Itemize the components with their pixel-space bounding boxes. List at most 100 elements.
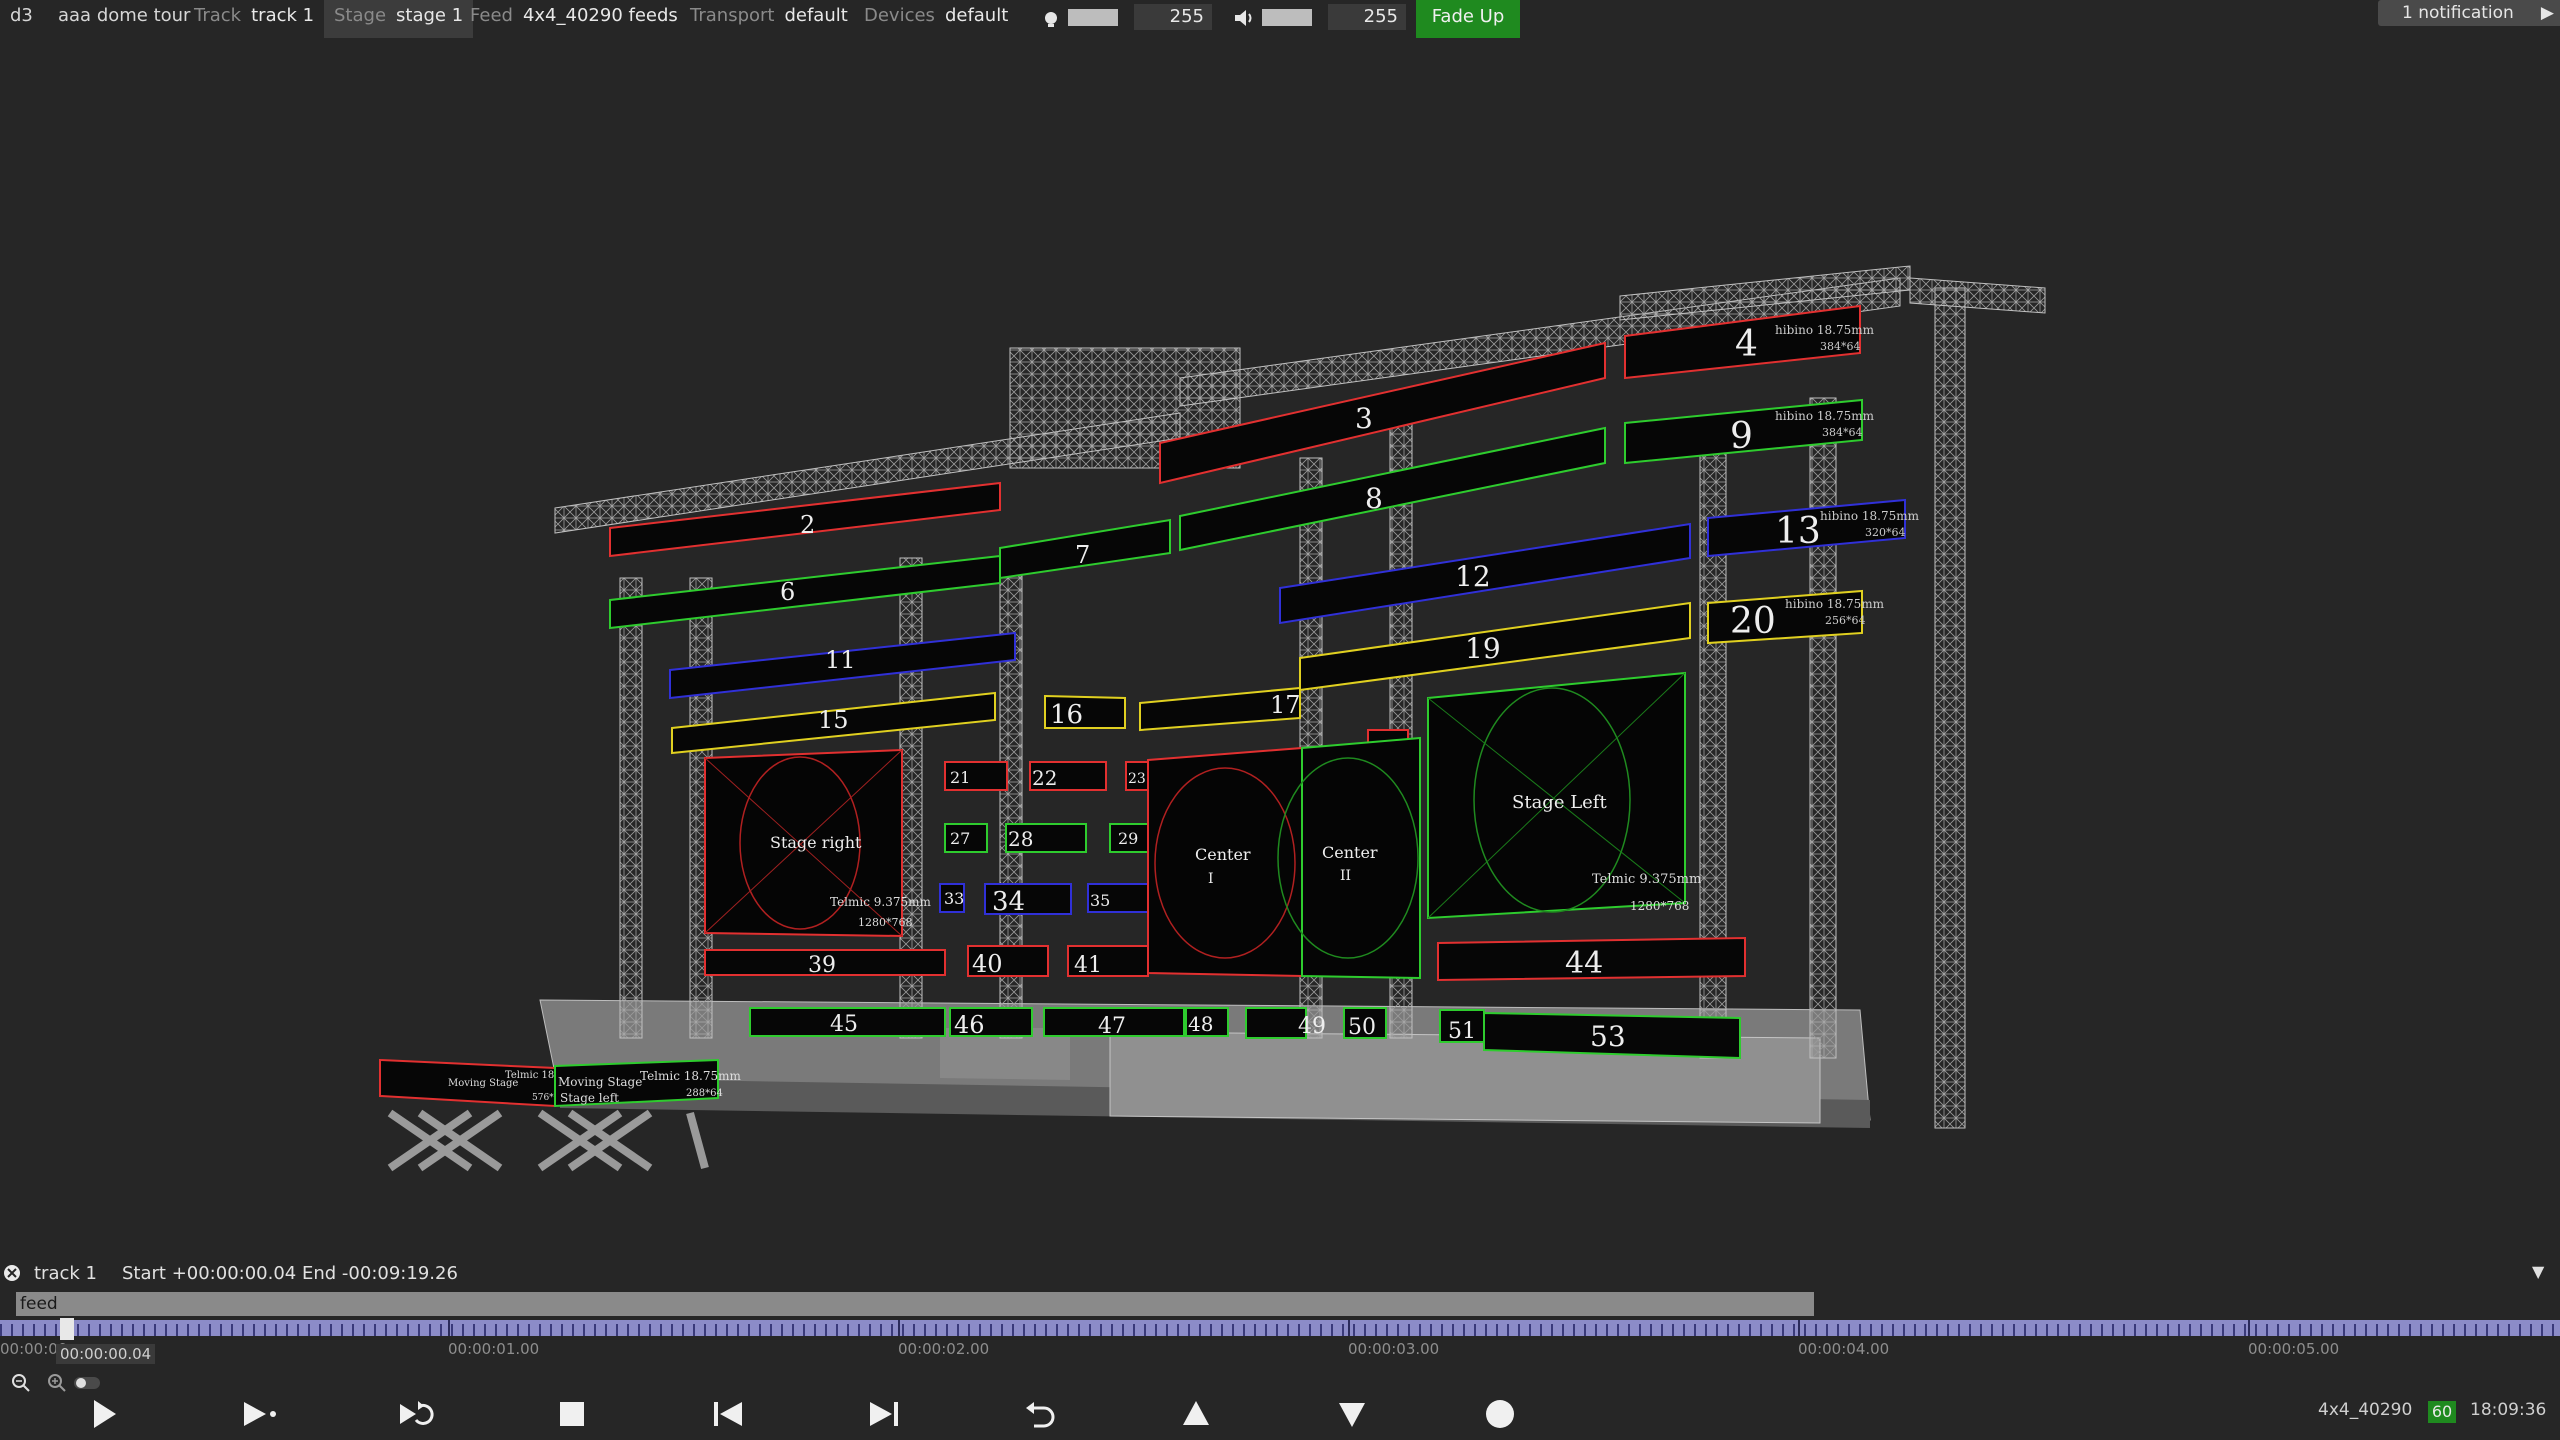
screen-6[interactable]: 6 xyxy=(609,554,1001,630)
screen-48[interactable]: 48 xyxy=(1185,1007,1229,1037)
playhead[interactable] xyxy=(60,1318,74,1340)
screen-35[interactable]: 35 xyxy=(1087,883,1151,913)
screen-label-40: 40 xyxy=(972,950,1003,978)
loop-play-icon[interactable] xyxy=(394,1392,438,1436)
screen-7[interactable]: 7 xyxy=(999,518,1171,580)
track-selector[interactable]: Track track 1 xyxy=(194,0,314,38)
stage-viewport[interactable]: 2 3 4 hibino 18.75mm 384*64 6 7 8 9 hibino … xyxy=(0,38,2560,1260)
screen-13[interactable]: 13 hibino 18.75mm 320*64 xyxy=(1707,498,1920,558)
fade-up-button[interactable]: Fade Up xyxy=(1416,0,1520,38)
devices-selector[interactable]: Devices default xyxy=(864,0,1008,38)
close-icon[interactable] xyxy=(2,1263,22,1283)
screen-12[interactable]: 12 xyxy=(1279,522,1691,625)
moving-stage[interactable]: Moving Stage Telmic 18.75mm 576*64 Movin… xyxy=(379,1058,741,1172)
screen-label-17: 17 xyxy=(1270,691,1301,719)
track-end: End -00:09:19.26 xyxy=(302,1263,458,1284)
screen-34[interactable]: 34 xyxy=(984,883,1072,917)
screen-44[interactable]: 44 xyxy=(1437,936,1746,982)
screen-res-20: 256*64 xyxy=(1825,614,1866,627)
screen-40[interactable]: 40 xyxy=(967,945,1049,978)
volume-icon xyxy=(1235,10,1252,26)
feed-layer-bar[interactable] xyxy=(16,1292,1814,1316)
screen-label-16: 16 xyxy=(1050,700,1083,730)
screen-label-47: 47 xyxy=(1098,1014,1126,1039)
app-name: d3 xyxy=(10,5,33,26)
screen-27[interactable]: 27 xyxy=(944,823,988,853)
stage-right-spec: Telmic 9.375mm xyxy=(830,895,931,909)
screen-23[interactable]: 23 xyxy=(1125,761,1149,791)
screen-33[interactable]: 33 xyxy=(939,883,965,913)
tick-label-4: 00:00:04.00 xyxy=(1798,1340,1890,1358)
return-icon[interactable] xyxy=(1018,1392,1062,1436)
screen-9[interactable]: 9 hibino 18.75mm 384*64 xyxy=(1624,398,1875,465)
screen-22[interactable]: 22 xyxy=(1029,761,1107,791)
screen-15[interactable]: 15 xyxy=(671,691,996,755)
ruler-ticks xyxy=(0,1320,2560,1336)
feed-selector[interactable]: Feed 4x4_40290 feeds xyxy=(470,0,678,38)
screen-label-41: 41 xyxy=(1074,953,1102,978)
screen-46[interactable]: 46 xyxy=(949,1007,1033,1039)
screen-20[interactable]: 20 hibino 18.75mm 256*64 xyxy=(1707,589,1885,645)
moving-left-sub: Stage left xyxy=(560,1091,619,1105)
track-start: Start +00:00:00.04 xyxy=(122,1263,297,1284)
screen-16[interactable]: 16 xyxy=(1044,694,1126,730)
section-up-icon[interactable] xyxy=(1174,1392,1218,1436)
screen-11[interactable]: 11 xyxy=(669,631,1016,700)
zoom-slider-knob[interactable] xyxy=(76,1378,86,1388)
fps-badge: 60 xyxy=(2428,1401,2456,1423)
project-name[interactable]: aaa dome tour xyxy=(58,0,190,38)
devices-value: default xyxy=(944,5,1009,26)
track-name[interactable]: track 1 xyxy=(34,1263,97,1284)
center-2-sub: II xyxy=(1340,868,1351,884)
stage-selector[interactable]: Stage stage 1 xyxy=(324,0,474,38)
brightness-value[interactable]: 255 xyxy=(1134,4,1212,30)
transport-selector[interactable]: Transport default xyxy=(690,0,848,38)
screen-label-13: 13 xyxy=(1775,511,1821,552)
skip-forward-icon[interactable] xyxy=(862,1392,906,1436)
screen-45[interactable]: 45 xyxy=(749,1007,946,1037)
screen-label-15: 15 xyxy=(818,706,849,734)
screen-19[interactable]: 19 xyxy=(1299,601,1691,692)
screen-label-12: 12 xyxy=(1455,560,1491,593)
stage-left-res: 1280*768 xyxy=(1630,899,1689,913)
stage-left-title: Stage Left xyxy=(1512,792,1607,813)
devices-key: Devices xyxy=(864,5,935,26)
screen-51[interactable]: 51 xyxy=(1439,1009,1485,1044)
screen-50[interactable]: 50 xyxy=(1343,1007,1387,1040)
screen-spec-20: hibino 18.75mm xyxy=(1785,597,1885,611)
brightness-slider[interactable] xyxy=(1068,9,1118,26)
center-1-sub: I xyxy=(1208,871,1214,887)
status-feed: 4x4_40290 xyxy=(2318,1400,2413,1420)
center-2-title: Center xyxy=(1322,843,1378,862)
volume-slider[interactable] xyxy=(1262,9,1312,26)
screen-29[interactable]: 29 xyxy=(1109,823,1151,853)
time-ruler[interactable] xyxy=(0,1320,2560,1336)
screen-28[interactable]: 28 xyxy=(1005,823,1087,853)
feed-value: 4x4_40290 feeds xyxy=(522,5,678,26)
record-icon[interactable] xyxy=(1478,1392,1522,1436)
screen-stage-left[interactable]: Stage Left Telmic 9.375mm 1280*768 xyxy=(1427,671,1701,920)
screen-17[interactable]: 17 xyxy=(1139,686,1301,732)
screen-21[interactable]: 21 xyxy=(944,761,1008,791)
screen-spec-4: hibino 18.75mm xyxy=(1775,323,1875,337)
screen-41[interactable]: 41 xyxy=(1067,945,1149,978)
screen-39[interactable]: 39 xyxy=(704,949,946,978)
notification-button[interactable]: 1 notification ▶ xyxy=(2378,0,2560,26)
skip-back-icon[interactable] xyxy=(706,1392,750,1436)
section-down-icon[interactable] xyxy=(1330,1392,1374,1436)
screen-53[interactable]: 53 xyxy=(1483,1011,1741,1060)
screen-label-48: 48 xyxy=(1188,1012,1213,1036)
screen-center-1[interactable]: Center I xyxy=(1147,746,1303,978)
screen-47[interactable]: 47 xyxy=(1043,1007,1185,1039)
screen-res-4: 384*64 xyxy=(1820,340,1861,353)
current-time: 00:00:00.04 xyxy=(56,1344,156,1364)
stop-icon[interactable] xyxy=(550,1392,594,1436)
screen-label-53: 53 xyxy=(1590,1020,1626,1053)
play-icon[interactable] xyxy=(82,1392,126,1436)
expand-down-icon[interactable]: ▼ xyxy=(2532,1262,2544,1281)
screen-label-28: 28 xyxy=(1008,827,1033,851)
play-to-end-icon[interactable] xyxy=(238,1392,282,1436)
volume-value[interactable]: 255 xyxy=(1328,4,1406,30)
transport-value: default xyxy=(784,5,848,26)
screen-stage-right[interactable]: Stage right Telmic 9.375mm 1280*768 xyxy=(704,748,931,938)
